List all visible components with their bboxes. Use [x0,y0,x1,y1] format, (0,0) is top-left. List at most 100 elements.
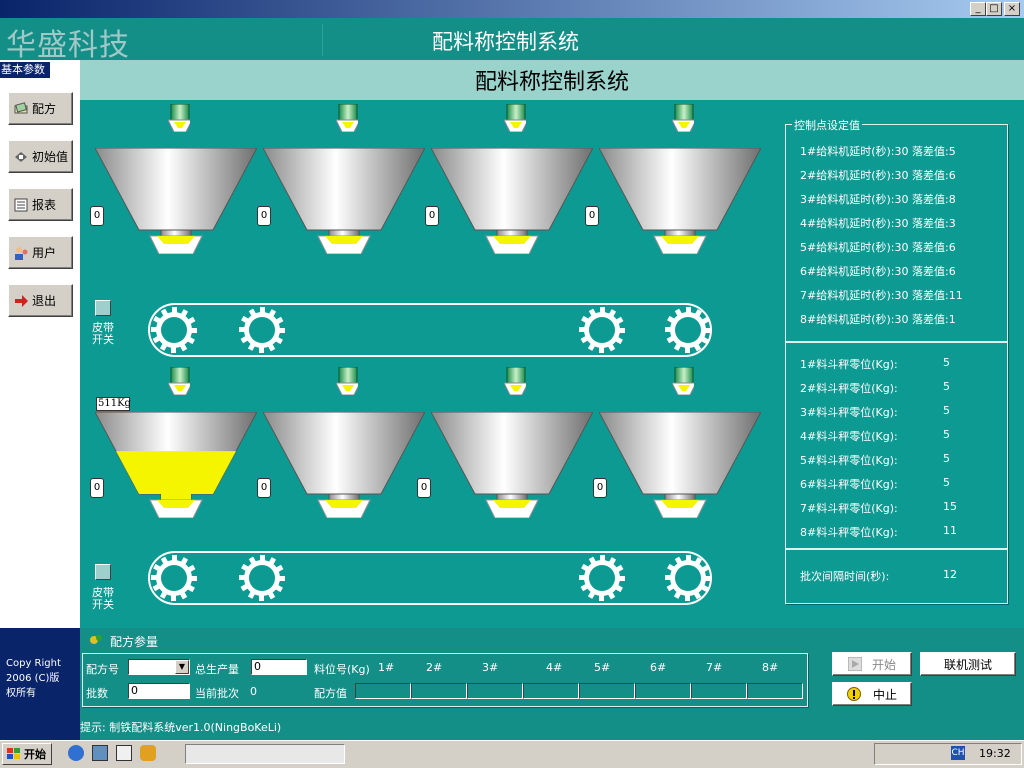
recipe-value-cell[interactable] [747,683,803,699]
feeder-delay-setting: 7#给料机延时(秒):30 落差值:11 [800,289,963,302]
belt-roller-gear-icon [579,307,625,353]
input-lang-indicator[interactable]: CH [951,746,965,760]
sidebar-item-init-value[interactable]: 初始值 [8,140,73,173]
online-test-button[interactable]: 联机测试 [920,652,1016,676]
recipe-params-icon [90,635,102,644]
sidebar-item-label: 配方 [32,102,57,116]
zero-point-label: 3#料斗秤零位(Kg): [800,406,898,419]
hopper-value-1-3: 0 [425,206,439,226]
clock: 19:32 [979,747,1011,760]
recipe-value-cell[interactable] [579,683,635,699]
copyright-line: 权所有 [6,688,36,699]
total-output-input[interactable]: 0 [251,659,307,675]
zero-point-label: 2#料斗秤零位(Kg): [800,382,898,395]
recipe-value-cell[interactable] [523,683,579,699]
company-logo: 华盛科技 [6,28,130,63]
sidebar-item-report[interactable]: 报表 [8,188,73,221]
feeder-2-2 [336,367,358,395]
position-label-item: 6# [650,661,667,674]
feeder-delay-setting: 4#给料机延时(秒):30 落差值:3 [800,217,956,230]
hopper-value-2-1: 0 [90,478,104,498]
sidebar-item-label: 初始值 [32,150,69,164]
recipe-no-select[interactable]: ▼ [128,659,190,675]
user-icon [15,246,28,260]
recipe-value-cell[interactable] [355,683,411,699]
feeder-1-2 [336,104,358,132]
restore-button[interactable]: □ [986,2,1002,16]
sidebar-item-user[interactable]: 用户 [8,236,73,269]
report-icon [14,198,28,211]
sidebar-item-label: 退出 [32,294,57,308]
zero-point-label: 6#料斗秤零位(Kg): [800,478,898,491]
hopper-value-2-4: 0 [593,478,607,498]
status-bar: 提示: 制铁配料系统ver1.0(NingBoKeLi) [80,716,1024,740]
sidebar-section-label: 基本参数 [0,62,50,78]
position-label-item: 1# [378,661,395,674]
zero-point-value: 11 [943,524,957,537]
position-label-item: 2# [426,661,443,674]
window-titlebar: _ □ × [0,0,1024,18]
feeder-delay-setting: 8#给料机延时(秒):30 落差值:1 [800,313,956,326]
conveyor-belt-1 [148,303,712,357]
zero-point-label: 7#料斗秤零位(Kg): [800,502,898,515]
close-button[interactable]: × [1004,2,1020,16]
recipe-params-title: 配方参量 [110,635,159,649]
conveyor-belt-2 [148,551,712,605]
hopper-1-4 [599,148,761,254]
chevron-down-icon[interactable]: ▼ [175,660,189,674]
zero-point-value: 5 [943,380,950,393]
feeder-delay-setting: 2#给料机延时(秒):30 落差值:6 [800,169,956,182]
hopper-value-2-2: 0 [257,478,271,498]
app-shortcut-icon[interactable] [140,745,156,761]
hopper-2-2 [263,412,425,518]
interval-value: 12 [943,568,957,581]
zero-point-value: 5 [943,452,950,465]
total-output-label: 总生产量 [195,663,239,676]
init-value-icon [15,151,27,162]
belt-switch-1-label: 皮带 开关 [92,321,114,346]
recipe-value-cell[interactable] [411,683,467,699]
belt-switch-2[interactable] [95,564,111,580]
belt-roller-gear-icon [239,555,285,601]
zero-point-value: 5 [943,356,950,369]
notepad-icon[interactable] [116,745,132,761]
desktop-icon[interactable] [92,745,108,761]
hopper-weight-readout: 511Kg [96,397,131,411]
sidebar-item-label: 用户 [32,246,57,260]
play-icon [847,657,862,671]
zero-point-label: 4#料斗秤零位(Kg): [800,430,898,443]
taskbar-window-button[interactable] [185,744,345,764]
header-divider [322,24,323,56]
position-label-item: 3# [482,661,499,674]
zero-point-label: 5#料斗秤零位(Kg): [800,454,898,467]
position-label-item: 8# [762,661,779,674]
sidebar-item-exit[interactable]: 退出 [8,284,73,317]
sidebar-item-recipe[interactable]: 配方 [8,92,73,125]
belt-roller-gear-icon [665,307,711,353]
belt-roller-gear-icon [239,307,285,353]
recipe-value-cell[interactable] [635,683,691,699]
zero-point-label: 1#料斗秤零位(Kg): [800,358,898,371]
hopper-2-1 [95,412,257,518]
hopper-1-1 [95,148,257,254]
belt-roller-gear-icon [665,555,711,601]
minimize-button[interactable]: _ [970,2,986,16]
start-button[interactable]: 开始 [832,652,912,676]
position-label-item: 5# [594,661,611,674]
hopper-1-2 [263,148,425,254]
zero-point-value: 5 [943,476,950,489]
belt-switch-1[interactable] [95,300,111,316]
hopper-2-3 [431,412,593,518]
copyright-line: Copy Right [6,658,61,669]
feeder-delay-setting: 5#给料机延时(秒):30 落差值:6 [800,241,956,254]
recipe-value-cell[interactable] [467,683,523,699]
control-setpoints-title: 控制点设定值 [792,117,862,133]
start-menu-button[interactable]: 开始 [2,743,52,765]
browser-icon[interactable] [68,745,84,761]
stop-button[interactable]: 中止 [832,682,912,706]
copyright-line: 2006 (C)版 [6,673,60,684]
position-label-item: 7# [706,661,723,674]
zero-point-label: 8#料斗秤零位(Kg): [800,526,898,539]
recipe-value-cell[interactable] [691,683,747,699]
batch-count-input[interactable]: 0 [128,683,190,699]
